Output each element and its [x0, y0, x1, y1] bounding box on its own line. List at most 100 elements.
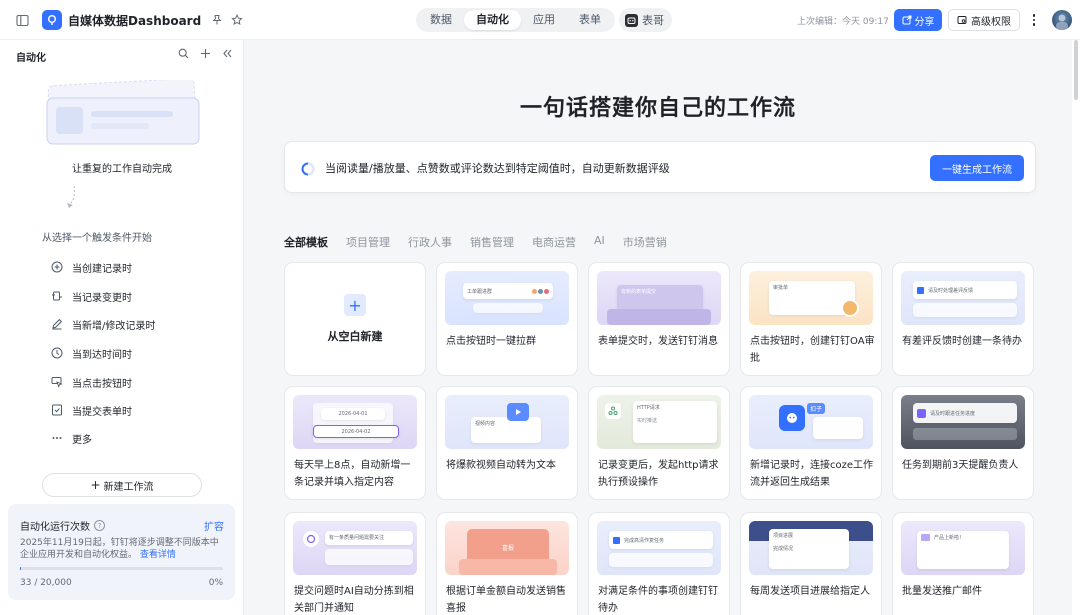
template-card[interactable]: 扣子 新增记录时，连接coze工作流并返回生成结果	[740, 386, 882, 500]
template-card[interactable]: 工单跟进群 点击按钮时一键拉群	[436, 262, 578, 376]
template-card[interactable]: 请及时处理差评反馈 有差评反馈时创建一条待办	[892, 262, 1034, 376]
top-bar-left: 自媒体数据Dashboard	[14, 0, 245, 40]
plus-icon: +	[344, 294, 366, 316]
quota-description-text: 2025年11月19日起，钉钉将逐步调整不同版本中企业应用开发和自动化权益。	[20, 538, 219, 560]
quota-title: 自动化运行次数 ?	[20, 518, 105, 533]
ai-prompt-box[interactable]: 当阅读量/播放量、点赞数或评论数达到特定阈值时，自动更新数据评级 一键生成工作流	[284, 141, 1036, 193]
template-card[interactable]: 有一条质量问题需要关注 提交问题时AI自动分拣到相关部门并通知	[284, 512, 426, 615]
quota-progress-fill	[20, 567, 21, 570]
prompt-text[interactable]: 当阅读量/播放量、点赞数或评论数达到特定阈值时，自动更新数据评级	[325, 160, 670, 176]
search-icon[interactable]	[176, 46, 190, 60]
more-options-icon[interactable]	[1028, 12, 1040, 28]
category-tab[interactable]: AI	[594, 234, 605, 250]
advanced-permission-button[interactable]: 高级权限	[948, 9, 1020, 31]
thumb-text: 请及时处理差评反馈	[928, 287, 974, 294]
trigger-label: 当到达时间时	[72, 349, 132, 361]
category-tab[interactable]: 项目管理	[346, 234, 390, 250]
generate-workflow-button[interactable]: 一键生成工作流	[930, 155, 1024, 181]
permission-label: 高级权限	[971, 16, 1011, 28]
template-title: 对满足条件的事项创建钉钉待办	[598, 586, 718, 614]
biaoge-assistant-button[interactable]: 表哥	[619, 8, 672, 32]
trigger-label: 当记录变更时	[72, 292, 132, 304]
quota-progress-bar	[20, 567, 223, 570]
template-title: 提交问题时AI自动分拣到相关部门并通知	[294, 586, 414, 614]
trigger-record-change[interactable]: 当记录变更时	[50, 287, 132, 305]
star-icon[interactable]	[229, 12, 245, 28]
main-scrollbar[interactable]	[1072, 40, 1080, 615]
quota-description: 2025年11月19日起，钉钉将逐步调整不同版本中企业应用开发和自动化权益。 查…	[20, 537, 225, 561]
template-thumbnail: 视频内容	[445, 395, 569, 449]
last-edit-time: 上次编辑：今天 09:17	[797, 17, 889, 27]
flow-arrow-icon	[66, 185, 78, 212]
template-title: 新增记录时，连接coze工作流并返回生成结果	[750, 460, 874, 488]
plus-circle-icon	[50, 260, 64, 274]
share-icon	[902, 15, 912, 25]
checkbox-icon	[613, 536, 620, 544]
blank-template-card[interactable]: + 从空白新建	[284, 262, 426, 376]
template-card[interactable]: 喜报 根据订单金额自动发送销售喜报	[436, 512, 578, 615]
stamp-icon	[841, 299, 859, 317]
template-card[interactable]: 请及时跟进任务进度 任务到期前3天提醒负责人	[892, 386, 1034, 500]
category-tab[interactable]: 行政人事	[408, 234, 452, 250]
coze-bot-icon	[779, 405, 805, 431]
run-quota-panel: 自动化运行次数 ? 扩容 2025年11月19日起，钉钉将逐步调整不同版本中企业…	[8, 504, 235, 600]
share-button[interactable]: 分享	[894, 9, 942, 31]
template-card[interactable]: HTTP请求 实时推送 记录变更后，发起http请求执行预设操作	[588, 386, 730, 500]
template-card[interactable]: 视频内容 将爆款视频自动转为文本	[436, 386, 578, 500]
new-workflow-label: 新建工作流	[103, 481, 154, 493]
trigger-form-submit[interactable]: 当提交表单时	[50, 401, 132, 419]
trigger-time-reached[interactable]: 当到达时间时	[50, 344, 132, 362]
help-icon[interactable]: ?	[94, 520, 105, 531]
scrollbar-thumb[interactable]	[1074, 40, 1078, 100]
category-tab[interactable]: 电商运营	[532, 234, 576, 250]
clock-icon	[50, 346, 64, 360]
pin-icon[interactable]	[209, 12, 225, 28]
template-title: 任务到期前3天提醒负责人	[902, 460, 1019, 471]
tab-apps[interactable]: 应用	[521, 10, 567, 30]
template-card[interactable]: 审批单 点击按钮时，创建钉钉OA审批	[740, 262, 882, 376]
thumb-text-2: 完成情况	[773, 546, 794, 552]
template-title: 有差评反馈时创建一条待办	[902, 336, 1022, 347]
ai-logo-icon	[303, 531, 319, 547]
trigger-create-record[interactable]: 当创建记录时	[50, 258, 132, 276]
mail-icon	[921, 534, 930, 541]
template-card[interactable]: 有新的表单提交 表单提交时，发送钉钉消息	[588, 262, 730, 376]
category-tab[interactable]: 全部模板	[284, 234, 328, 250]
expand-quota-link[interactable]: 扩容	[204, 518, 224, 533]
template-thumbnail: 审批单	[749, 271, 873, 325]
view-switcher: 数据 自动化 应用 表单	[416, 8, 615, 32]
sidebar-toggle-icon[interactable]	[14, 12, 30, 28]
template-title: 表单提交时，发送钉钉消息	[598, 336, 718, 347]
avatar[interactable]	[1052, 10, 1072, 30]
view-details-link[interactable]: 查看详情	[140, 550, 176, 560]
tab-data[interactable]: 数据	[418, 10, 464, 30]
thumb-text: 审批单	[773, 285, 789, 291]
new-workflow-button[interactable]: + 新建工作流	[42, 473, 202, 497]
trigger-label: 更多	[72, 434, 92, 446]
template-card[interactable]: 2026-04-01 2026-04-02 每天早上8点，自动新增一条记录并填入…	[284, 386, 426, 500]
collapse-icon[interactable]	[220, 46, 234, 60]
tab-forms[interactable]: 表单	[567, 10, 613, 30]
template-card[interactable]: 完成高清作复任务 对满足条件的事项创建钉钉待办	[588, 512, 730, 615]
category-tab[interactable]: 市场营销	[623, 234, 667, 250]
sidebar-actions	[176, 46, 234, 60]
template-title: 点击按钮时一键拉群	[446, 336, 536, 347]
plus-icon: +	[90, 478, 101, 492]
trigger-add-modify-record[interactable]: 当新增/修改记录时	[50, 315, 155, 333]
trigger-more[interactable]: 更多	[50, 429, 92, 447]
template-card[interactable]: 产品上新啦！ 批量发送推广邮件	[892, 512, 1034, 615]
category-tab[interactable]: 销售管理	[470, 234, 514, 250]
tab-automation[interactable]: 自动化	[464, 10, 521, 30]
add-icon[interactable]	[198, 46, 212, 60]
template-thumbnail: 完成高清作复任务	[597, 521, 721, 575]
template-card[interactable]: 项目进展 完成情况 每周发送项目进展给指定人	[740, 512, 882, 615]
trigger-label: 当新增/修改记录时	[72, 320, 156, 332]
template-thumbnail: 请及时跟进任务进度	[901, 395, 1025, 449]
template-title: 每周发送项目进展给指定人	[750, 586, 870, 597]
template-title: 批量发送推广邮件	[902, 586, 982, 597]
template-thumbnail: 扣子	[749, 395, 873, 449]
thumb-text-2: 2026-04-02	[341, 429, 371, 435]
trigger-button-click[interactable]: 当点击按钮时	[50, 373, 132, 391]
template-thumbnail: 请及时处理差评反馈	[901, 271, 1025, 325]
trigger-label: 当提交表单时	[72, 406, 132, 418]
